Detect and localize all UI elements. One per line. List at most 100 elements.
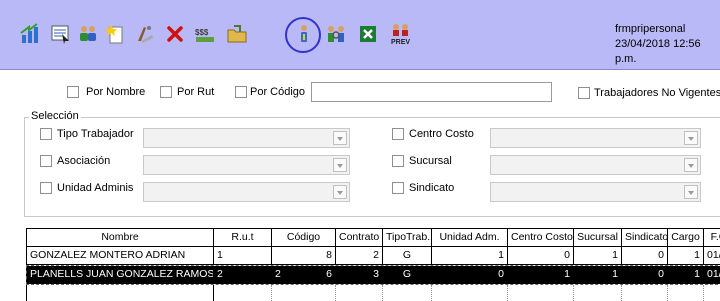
cell-unidad-adm: 1	[432, 247, 508, 265]
cell-codigo-value: 6	[326, 268, 332, 280]
new-document-icon[interactable]	[105, 23, 127, 45]
people-search-icon[interactable]	[325, 23, 347, 45]
unidad-adminis-checkbox[interactable]	[40, 182, 52, 194]
cell-empty	[214, 285, 272, 301]
preview-icon[interactable]: PREV	[388, 23, 414, 46]
chevron-down-icon[interactable]	[333, 158, 347, 172]
cell-unidad-adm: 0	[432, 266, 508, 284]
employees-grid[interactable]: Nombre R.u.t Código Contrato TipoTrab. U…	[26, 228, 720, 301]
asociacion-checkbox[interactable]	[40, 155, 52, 167]
sucursal-label: Sucursal	[409, 155, 452, 167]
por-rut-checkbox[interactable]	[160, 86, 172, 98]
tipo-trabajador-label: Tipo Trabajador	[57, 128, 134, 140]
cell-rut: 1	[214, 247, 272, 265]
folder-open-icon[interactable]	[226, 23, 248, 45]
col-rut[interactable]: R.u.t	[214, 229, 272, 247]
table-row-empty[interactable]	[27, 285, 720, 301]
cell-rut: 2	[214, 266, 272, 284]
centro-costo-select[interactable]	[490, 128, 701, 148]
cell-sucursal: 1	[574, 266, 622, 284]
datetime: 23/04/2018 12:56 p.m.	[615, 38, 701, 65]
por-rut-label: Por Rut	[177, 86, 215, 98]
cell-sucursal: 1	[574, 247, 622, 265]
cell-fc: 01/	[704, 266, 720, 284]
cell-fc: 01/	[704, 247, 720, 265]
chevron-down-icon[interactable]	[684, 185, 698, 199]
cell-empty	[272, 285, 336, 301]
col-unidad-adm[interactable]: Unidad Adm.	[432, 229, 508, 247]
col-contrato[interactable]: Contrato	[336, 229, 383, 247]
money-icon[interactable]: $$$	[194, 23, 216, 45]
cell-codigo-prefix: 2	[275, 268, 281, 280]
sindicato-checkbox[interactable]	[392, 182, 404, 194]
tipo-trabajador-checkbox[interactable]	[40, 128, 52, 140]
col-sucursal[interactable]: Sucursal	[574, 229, 622, 247]
col-centro-costo[interactable]: Centro Costo	[508, 229, 574, 247]
cell-cargo: 1	[668, 266, 704, 284]
cell-contrato: 3	[336, 266, 383, 284]
chevron-down-icon[interactable]	[333, 131, 347, 145]
cell-contrato: 2	[336, 247, 383, 265]
cell-empty	[668, 285, 704, 301]
delete-icon[interactable]	[164, 23, 186, 45]
centro-costo-label: Centro Costo	[409, 128, 474, 140]
cell-sindicato: 0	[622, 247, 668, 265]
clear-icon[interactable]	[134, 23, 156, 45]
asociacion-select[interactable]	[143, 155, 350, 175]
cell-centro-costo: 1	[508, 266, 574, 284]
cell-empty	[383, 285, 432, 301]
asociacion-label: Asociación	[57, 155, 111, 167]
cell-tipotrab: G	[383, 247, 432, 265]
cell-centro-costo: 0	[508, 247, 574, 265]
unidad-adminis-select[interactable]	[143, 182, 350, 202]
no-vigentes-checkbox[interactable]	[578, 87, 590, 99]
no-vigentes-label: Trabajadores No Vigentes	[594, 87, 720, 99]
cell-empty	[508, 285, 574, 301]
por-codigo-label: Por Código	[250, 86, 306, 98]
cell-codigo: 2 6	[272, 266, 336, 284]
svg-text:PREV: PREV	[391, 39, 410, 46]
search-input[interactable]	[311, 82, 552, 102]
cell-nombre: PLANELLS JUAN GONZALEZ RAMOS L	[27, 266, 214, 284]
chevron-down-icon[interactable]	[333, 185, 347, 199]
cell-nombre: GONZALEZ MONTERO ADRIAN	[27, 247, 214, 265]
cell-empty	[574, 285, 622, 301]
por-nombre-label: Por Nombre	[86, 86, 146, 98]
col-cargo[interactable]: Cargo	[668, 229, 704, 247]
highlight-circle	[285, 17, 321, 53]
unidad-adminis-label: Unidad Adminis	[57, 182, 134, 194]
sucursal-checkbox[interactable]	[392, 155, 404, 167]
tipo-trabajador-select[interactable]	[143, 128, 350, 148]
cell-empty	[432, 285, 508, 301]
list-select-icon[interactable]	[50, 23, 72, 45]
seleccion-legend: Selección	[29, 110, 81, 122]
cell-codigo: 8	[272, 247, 336, 265]
table-row-selected[interactable]: PLANELLS JUAN GONZALEZ RAMOS L 2 2 6 3 G…	[26, 265, 720, 285]
sindicato-select[interactable]	[490, 182, 701, 202]
table-row[interactable]: GONZALEZ MONTERO ADRIAN 1 8 2 G 1 0 1 0 …	[27, 247, 720, 265]
excel-icon[interactable]	[357, 23, 379, 45]
sindicato-label: Sindicato	[409, 182, 455, 194]
col-codigo[interactable]: Código	[272, 229, 336, 247]
col-tipotrab[interactable]: TipoTrab.	[383, 229, 432, 247]
window-info: frmpripersonal 23/04/2018 12:56 p.m.	[615, 22, 720, 67]
chart-arrow-icon[interactable]	[19, 23, 41, 45]
chevron-down-icon[interactable]	[684, 158, 698, 172]
grid-header-row: Nombre R.u.t Código Contrato TipoTrab. U…	[27, 229, 720, 247]
chevron-down-icon[interactable]	[684, 131, 698, 145]
svg-text:$$$: $$$	[195, 28, 209, 37]
cell-tipotrab: G	[383, 266, 432, 284]
col-sindicato[interactable]: Sindicato	[622, 229, 668, 247]
cell-empty	[336, 285, 383, 301]
cell-sindicato: 0	[622, 266, 668, 284]
centro-costo-checkbox[interactable]	[392, 128, 404, 140]
por-codigo-checkbox[interactable]	[235, 86, 247, 98]
por-nombre-checkbox[interactable]	[67, 86, 79, 98]
col-fc[interactable]: F.C	[704, 229, 720, 247]
cell-cargo: 1	[668, 247, 704, 265]
sucursal-select[interactable]	[490, 155, 701, 175]
col-nombre[interactable]: Nombre	[27, 229, 214, 247]
form-name: frmpripersonal	[615, 23, 686, 35]
users-group-icon[interactable]	[77, 23, 99, 45]
toolbar: $$$ PREV frmpripersonal 23/04/2018 12:56…	[0, 0, 720, 70]
